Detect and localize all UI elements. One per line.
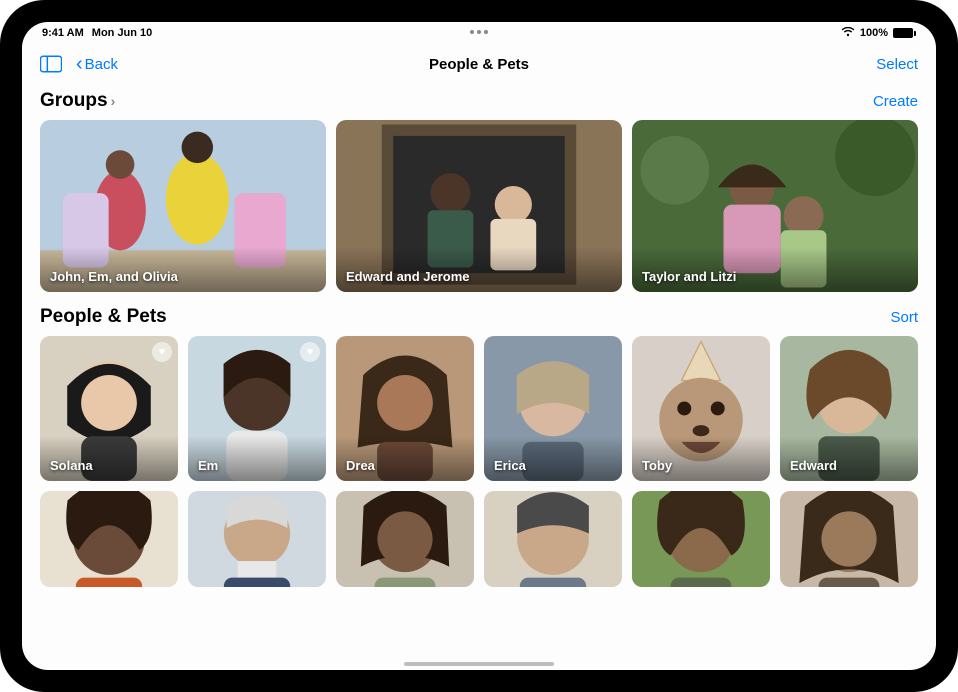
people-title-label: People & Pets <box>40 306 167 328</box>
favorite-heart-icon: ♥ <box>152 342 172 362</box>
person-label: Toby <box>642 458 672 473</box>
person-tile[interactable]: ♥ Em <box>188 336 326 481</box>
person-label: Drea <box>346 458 375 473</box>
person-thumbnail <box>188 491 326 587</box>
group-label: Taylor and Litzi <box>642 269 736 284</box>
nav-bar: ‹ Back People & Pets Select <box>22 44 936 84</box>
person-tile[interactable]: Erica <box>484 336 622 481</box>
group-tile[interactable]: Edward and Jerome <box>336 120 622 292</box>
screen: 9:41 AM Mon Jun 10 100% <box>22 22 936 670</box>
person-tile[interactable]: Edward <box>780 336 918 481</box>
person-label: Erica <box>494 458 526 473</box>
back-button[interactable]: ‹ Back <box>76 54 118 74</box>
person-thumbnail <box>780 491 918 587</box>
groups-row: John, Em, and Olivia Edward and Jerome <box>40 120 918 292</box>
create-group-button[interactable]: Create <box>873 93 918 110</box>
person-tile[interactable] <box>40 491 178 587</box>
status-time: 9:41 AM <box>42 27 84 39</box>
battery-icon <box>893 27 916 39</box>
person-tile[interactable] <box>188 491 326 587</box>
multitask-dots-icon[interactable] <box>470 30 488 34</box>
group-tile[interactable]: Taylor and Litzi <box>632 120 918 292</box>
device-frame: 9:41 AM Mon Jun 10 100% <box>0 0 958 692</box>
group-label: Edward and Jerome <box>346 269 470 284</box>
person-label: Edward <box>790 458 837 473</box>
person-thumbnail <box>484 491 622 587</box>
home-indicator[interactable] <box>404 662 554 666</box>
person-tile[interactable] <box>336 491 474 587</box>
sort-button[interactable]: Sort <box>890 309 918 326</box>
groups-title-button[interactable]: Groups › <box>40 90 115 112</box>
battery-percent: 100% <box>860 27 888 39</box>
groups-section-header: Groups › Create <box>40 90 918 112</box>
people-section-header: People & Pets Sort <box>40 306 918 328</box>
people-title: People & Pets <box>40 306 167 328</box>
chevron-left-icon: ‹ <box>76 54 83 74</box>
group-label: John, Em, and Olivia <box>50 269 178 284</box>
chevron-right-icon: › <box>111 93 116 109</box>
person-tile[interactable]: Drea <box>336 336 474 481</box>
wifi-icon <box>841 27 855 40</box>
status-bar: 9:41 AM Mon Jun 10 100% <box>22 22 936 44</box>
people-grid-row1: ♥ Solana ♥ Em Drea <box>40 336 918 481</box>
person-tile[interactable] <box>484 491 622 587</box>
person-tile[interactable] <box>780 491 918 587</box>
person-tile[interactable]: ♥ Solana <box>40 336 178 481</box>
groups-title-label: Groups <box>40 90 108 112</box>
person-thumbnail <box>336 491 474 587</box>
person-thumbnail <box>632 491 770 587</box>
person-tile[interactable] <box>632 491 770 587</box>
favorite-heart-icon: ♥ <box>300 342 320 362</box>
person-label: Solana <box>50 458 93 473</box>
person-tile[interactable]: Toby <box>632 336 770 481</box>
back-label: Back <box>85 56 118 73</box>
sidebar-toggle-button[interactable] <box>40 55 62 73</box>
select-button[interactable]: Select <box>876 56 918 73</box>
people-grid-row2 <box>40 491 918 587</box>
content-scroll[interactable]: Groups › Create <box>22 84 936 670</box>
person-label: Em <box>198 458 218 473</box>
person-thumbnail <box>40 491 178 587</box>
sidebar-icon <box>40 55 62 73</box>
page-title: People & Pets <box>429 56 529 73</box>
status-date: Mon Jun 10 <box>92 27 153 39</box>
group-tile[interactable]: John, Em, and Olivia <box>40 120 326 292</box>
